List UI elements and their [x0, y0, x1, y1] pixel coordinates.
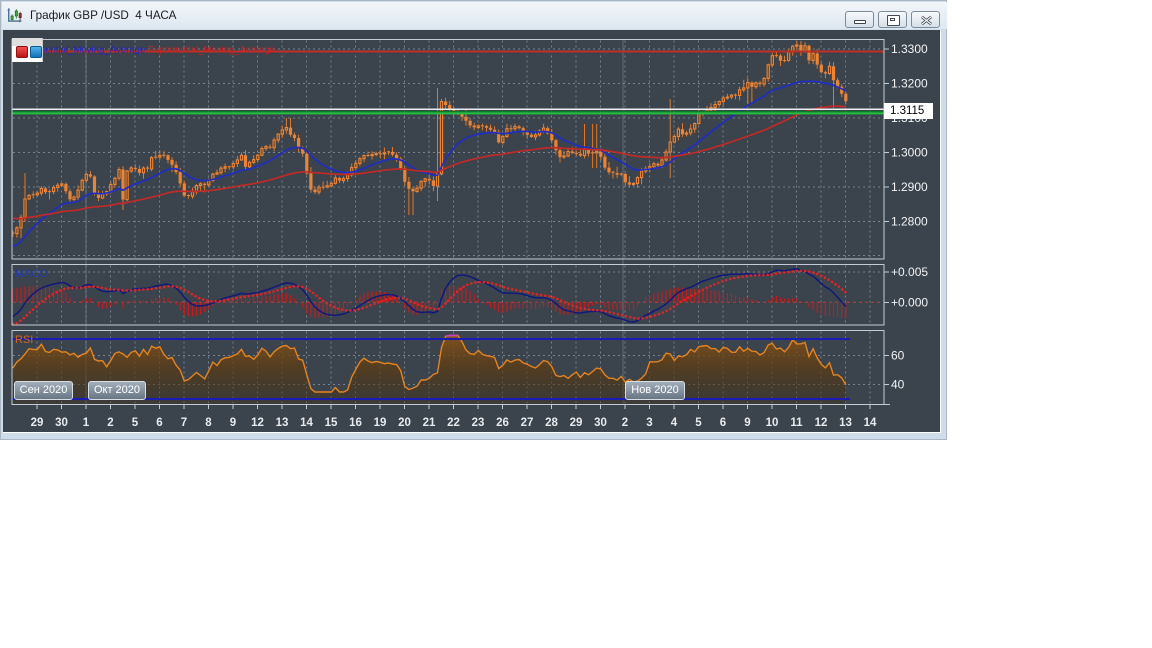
svg-text:1.2900: 1.2900 [891, 180, 928, 194]
svg-text:27: 27 [521, 417, 534, 429]
svg-text:1.3200: 1.3200 [891, 77, 928, 91]
svg-text:2: 2 [107, 417, 113, 429]
svg-text:13: 13 [276, 417, 289, 429]
svg-text:30: 30 [594, 417, 607, 429]
svg-text:11: 11 [790, 417, 803, 429]
svg-text:20: 20 [398, 417, 411, 429]
svg-text:4: 4 [671, 417, 678, 429]
svg-text:22: 22 [447, 417, 460, 429]
svg-text:1: 1 [83, 417, 90, 429]
svg-text:6: 6 [720, 417, 726, 429]
svg-text:26: 26 [496, 417, 509, 429]
svg-text:1.2800: 1.2800 [891, 215, 928, 229]
svg-text:28: 28 [545, 417, 558, 429]
svg-text:40: 40 [891, 378, 905, 392]
svg-text:60: 60 [891, 349, 905, 363]
svg-text:1.3300: 1.3300 [891, 42, 928, 56]
svg-text:3: 3 [646, 417, 652, 429]
svg-text:MACD: MACD [15, 268, 47, 280]
svg-text:7: 7 [181, 417, 187, 429]
svg-text:21: 21 [423, 417, 436, 429]
svg-text:12: 12 [251, 417, 264, 429]
svg-text:9: 9 [230, 417, 236, 429]
svg-text:+0.005: +0.005 [891, 265, 928, 279]
svg-text:8: 8 [205, 417, 212, 429]
svg-text:30: 30 [55, 417, 68, 429]
svg-text:13: 13 [839, 417, 852, 429]
svg-text:Exponential_Moving_Average Exp: Exponential_Moving_Average Exponential_M… [18, 45, 275, 56]
svg-text:9: 9 [744, 417, 750, 429]
svg-text:+0.000: +0.000 [891, 295, 928, 309]
svg-text:19: 19 [374, 417, 387, 429]
svg-text:23: 23 [472, 417, 485, 429]
svg-text:RSI: RSI [15, 334, 33, 346]
svg-text:5: 5 [695, 417, 702, 429]
svg-text:2: 2 [622, 417, 628, 429]
svg-text:12: 12 [815, 417, 828, 429]
svg-text:14: 14 [864, 417, 877, 429]
svg-text:5: 5 [132, 417, 139, 429]
svg-text:6: 6 [156, 417, 162, 429]
svg-text:10: 10 [766, 417, 779, 429]
svg-text:16: 16 [349, 417, 362, 429]
svg-text:1.3000: 1.3000 [891, 146, 928, 160]
svg-text:29: 29 [31, 417, 44, 429]
svg-text:14: 14 [300, 417, 313, 429]
svg-text:15: 15 [325, 417, 338, 429]
svg-text:29: 29 [570, 417, 583, 429]
